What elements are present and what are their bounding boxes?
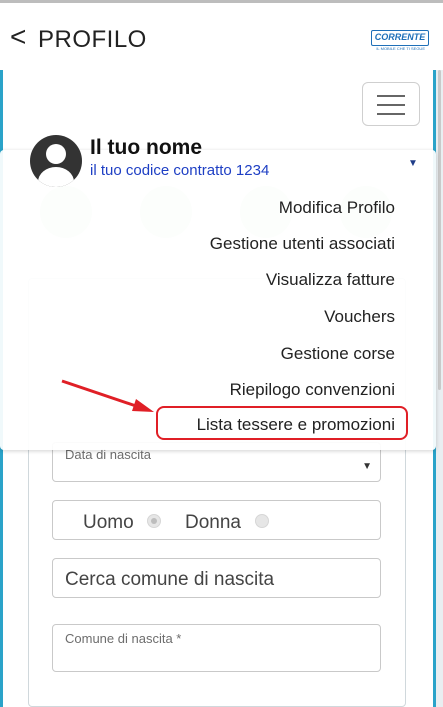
- avatar-icon: [30, 135, 82, 187]
- gender-female-radio[interactable]: [255, 514, 269, 528]
- user-name: Il tuo nome: [90, 136, 202, 159]
- hamburger-line-icon: [377, 113, 405, 115]
- menu-item-modifica-profilo[interactable]: Modifica Profilo: [279, 198, 395, 218]
- gender-male-radio[interactable]: [147, 514, 161, 528]
- scrollbar[interactable]: [438, 70, 441, 390]
- page-title: PROFILO: [38, 26, 147, 53]
- menu-item-vouchers[interactable]: Vouchers: [324, 307, 395, 327]
- search-birth-city-input[interactable]: Cerca comune di nascita: [52, 558, 381, 598]
- search-birth-city-placeholder: Cerca comune di nascita: [65, 569, 275, 590]
- dropdown-caret-icon[interactable]: ▼: [408, 158, 418, 169]
- menu-item-visualizza-fatture[interactable]: Visualizza fatture: [266, 270, 395, 290]
- contract-code: il tuo codice contratto 1234: [90, 162, 270, 179]
- gender-male-label: Uomo: [83, 512, 134, 533]
- menu-item-gestione-utenti[interactable]: Gestione utenti associati: [210, 234, 395, 254]
- menu-item-gestione-corse[interactable]: Gestione corse: [281, 344, 395, 364]
- hamburger-line-icon: [377, 104, 405, 106]
- top-bar: < PROFILO CORRENTE IL MOBILE CHE TI SEGU…: [0, 0, 443, 70]
- gender-female-label: Donna: [185, 512, 241, 533]
- red-arrow-icon: [61, 379, 154, 412]
- highlight-box: [156, 406, 408, 440]
- brand-tagline: IL MOBILE CHE TI SEGUE: [376, 46, 425, 51]
- caret-down-icon: ▼: [362, 461, 372, 472]
- birth-city-field[interactable]: Comune di nascita *: [52, 624, 381, 672]
- back-icon[interactable]: <: [10, 23, 26, 51]
- birth-city-label: Comune di nascita *: [65, 631, 182, 646]
- brand-logo: CORRENTE: [371, 30, 429, 46]
- menu-item-riepilogo-convenzioni[interactable]: Riepilogo convenzioni: [230, 380, 395, 400]
- gender-selector: Uomo Donna: [52, 500, 381, 540]
- hamburger-line-icon: [377, 95, 405, 97]
- hamburger-menu-button[interactable]: [362, 82, 420, 126]
